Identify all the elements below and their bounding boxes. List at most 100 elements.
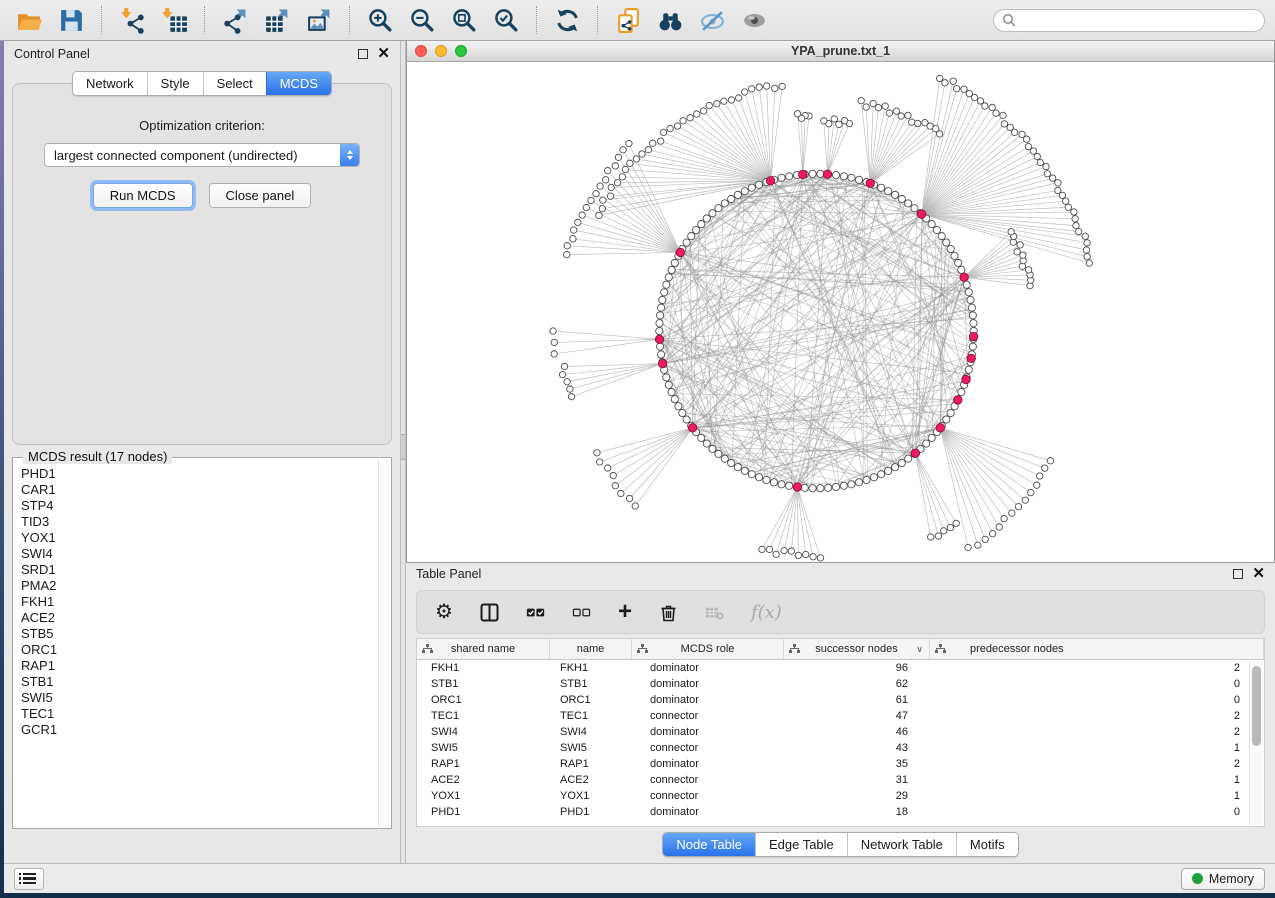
column-header-mcds-role[interactable]: MCDS role (632, 639, 784, 659)
table-settings-icon[interactable]: ⚙ (435, 603, 453, 622)
table-cell: RAP1 (550, 758, 632, 770)
mcds-result-item[interactable]: FKH1 (21, 594, 377, 610)
tab-mcds[interactable]: MCDS (266, 72, 331, 95)
table-scrollbar[interactable] (1249, 661, 1263, 825)
export-image-button[interactable] (300, 4, 338, 36)
search-field[interactable] (993, 9, 1265, 32)
zoom-out-icon (409, 7, 436, 34)
table-cell: ORC1 (417, 694, 550, 706)
column-header-shared-name[interactable]: shared name (417, 639, 550, 659)
table-row[interactable]: SWI5SWI5connector431 (417, 740, 1264, 756)
table-row[interactable]: SWI4SWI4dominator462 (417, 724, 1264, 740)
close-panel-icon[interactable]: ✕ (377, 49, 390, 59)
table-row[interactable]: YOX1YOX1connector291 (417, 788, 1264, 804)
delete-column-icon[interactable] (659, 603, 678, 622)
import-network-button[interactable] (113, 4, 151, 36)
table-scrollbar-thumb[interactable] (1252, 666, 1261, 746)
task-history-button[interactable] (14, 868, 44, 890)
mcds-result-item[interactable]: PHD1 (21, 466, 377, 482)
tab-select[interactable]: Select (203, 72, 266, 95)
criterion-select[interactable]: largest connected component (undirected) (44, 143, 360, 167)
zoom-fit-button[interactable] (445, 4, 483, 36)
mcds-result-item[interactable]: STB1 (21, 674, 377, 690)
splitter-grip[interactable] (401, 434, 405, 460)
column-header-predecessor-nodes[interactable]: predecessor nodes (930, 639, 1264, 659)
tab-network[interactable]: Network (73, 72, 147, 95)
clone-network-button[interactable] (609, 4, 647, 36)
attribute-tree-icon (422, 644, 433, 654)
hide-selected-button[interactable] (693, 4, 731, 36)
search-input[interactable] (1021, 13, 1256, 27)
mcds-result-list[interactable]: PHD1CAR1STP4TID3YOX1SWI4SRD1PMA2FKH1ACE2… (21, 466, 377, 826)
close-panel-button[interactable]: Close panel (209, 183, 312, 208)
table-row[interactable]: FKH1FKH1dominator962 (417, 660, 1264, 676)
network-canvas[interactable] (407, 62, 1274, 562)
deselect-all-icon[interactable] (572, 603, 591, 622)
mcds-result-item[interactable]: ACE2 (21, 610, 377, 626)
tab-edge-table[interactable]: Edge Table (755, 833, 847, 856)
mcds-result-scrollbar[interactable] (378, 459, 390, 827)
export-network-button[interactable] (216, 4, 254, 36)
mcds-result-item[interactable]: PMA2 (21, 578, 377, 594)
select-all-icon[interactable] (526, 603, 545, 622)
table-cell: RAP1 (417, 758, 550, 770)
table-row[interactable]: TEC1TEC1connector472 (417, 708, 1264, 724)
tab-style[interactable]: Style (147, 72, 203, 95)
table-row[interactable]: ORC1ORC1dominator610 (417, 692, 1264, 708)
mcds-result-item[interactable]: SWI5 (21, 690, 377, 706)
column-chooser-icon[interactable] (480, 603, 499, 622)
tab-network-table[interactable]: Network Table (847, 833, 956, 856)
tab-node-table[interactable]: Node Table (663, 833, 755, 856)
mcds-result-item[interactable]: TEC1 (21, 706, 377, 722)
column-header-name[interactable]: name (550, 639, 632, 659)
float-panel-icon[interactable] (358, 49, 368, 59)
open-file-icon (16, 7, 43, 34)
table-row[interactable]: RAP1RAP1dominator352 (417, 756, 1264, 772)
mcds-result-item[interactable]: SWI4 (21, 546, 377, 562)
mcds-result-item[interactable]: STB5 (21, 626, 377, 642)
table-cell: dominator (632, 806, 784, 818)
run-mcds-button[interactable]: Run MCDS (93, 183, 193, 208)
memory-button[interactable]: Memory (1181, 868, 1265, 890)
save-session-icon (58, 7, 85, 34)
table-cell: 1 (930, 774, 1264, 786)
mcds-result-item[interactable]: RAP1 (21, 658, 377, 674)
refresh-layout-button[interactable] (548, 4, 586, 36)
table-cell: FKH1 (550, 662, 632, 674)
export-table-button[interactable] (258, 4, 296, 36)
import-table-button[interactable] (155, 4, 193, 36)
table-cell: dominator (632, 678, 784, 690)
table-cell: 62 (784, 678, 930, 690)
table-row[interactable]: STB1STB1dominator620 (417, 676, 1264, 692)
import-network-icon (119, 7, 146, 34)
add-column-icon[interactable]: + (618, 603, 632, 621)
open-file-button[interactable] (10, 4, 48, 36)
list-icon (23, 873, 36, 884)
tab-motifs[interactable]: Motifs (956, 833, 1018, 856)
network-view-titlebar[interactable]: YPA_prune.txt_1 (407, 41, 1274, 62)
mcds-result-item[interactable]: STP4 (21, 498, 377, 514)
mcds-result-item[interactable]: ORC1 (21, 642, 377, 658)
table-cell: 18 (784, 806, 930, 818)
mcds-result-item[interactable]: TID3 (21, 514, 377, 530)
first-neighbors-button[interactable] (651, 4, 689, 36)
show-all-button[interactable] (735, 4, 773, 36)
save-session-button[interactable] (52, 4, 90, 36)
table-cell: dominator (632, 662, 784, 674)
zoom-fit-icon (451, 7, 478, 34)
table-cell: 29 (784, 790, 930, 802)
column-header-successor-nodes[interactable]: successor nodes ∨ (784, 639, 930, 659)
network-view-window: YPA_prune.txt_1 (406, 41, 1275, 563)
zoom-out-button[interactable] (403, 4, 441, 36)
float-panel-icon[interactable] (1233, 569, 1243, 579)
mcds-result-item[interactable]: SRD1 (21, 562, 377, 578)
close-panel-icon[interactable]: ✕ (1252, 569, 1265, 579)
mcds-result-item[interactable]: CAR1 (21, 482, 377, 498)
mcds-result-item[interactable]: GCR1 (21, 722, 377, 738)
mcds-result-item[interactable]: YOX1 (21, 530, 377, 546)
panel-splitter[interactable] (400, 41, 406, 863)
zoom-in-button[interactable] (361, 4, 399, 36)
table-row[interactable]: PHD1PHD1dominator180 (417, 804, 1264, 820)
zoom-selected-button[interactable] (487, 4, 525, 36)
table-row[interactable]: ACE2ACE2connector311 (417, 772, 1264, 788)
